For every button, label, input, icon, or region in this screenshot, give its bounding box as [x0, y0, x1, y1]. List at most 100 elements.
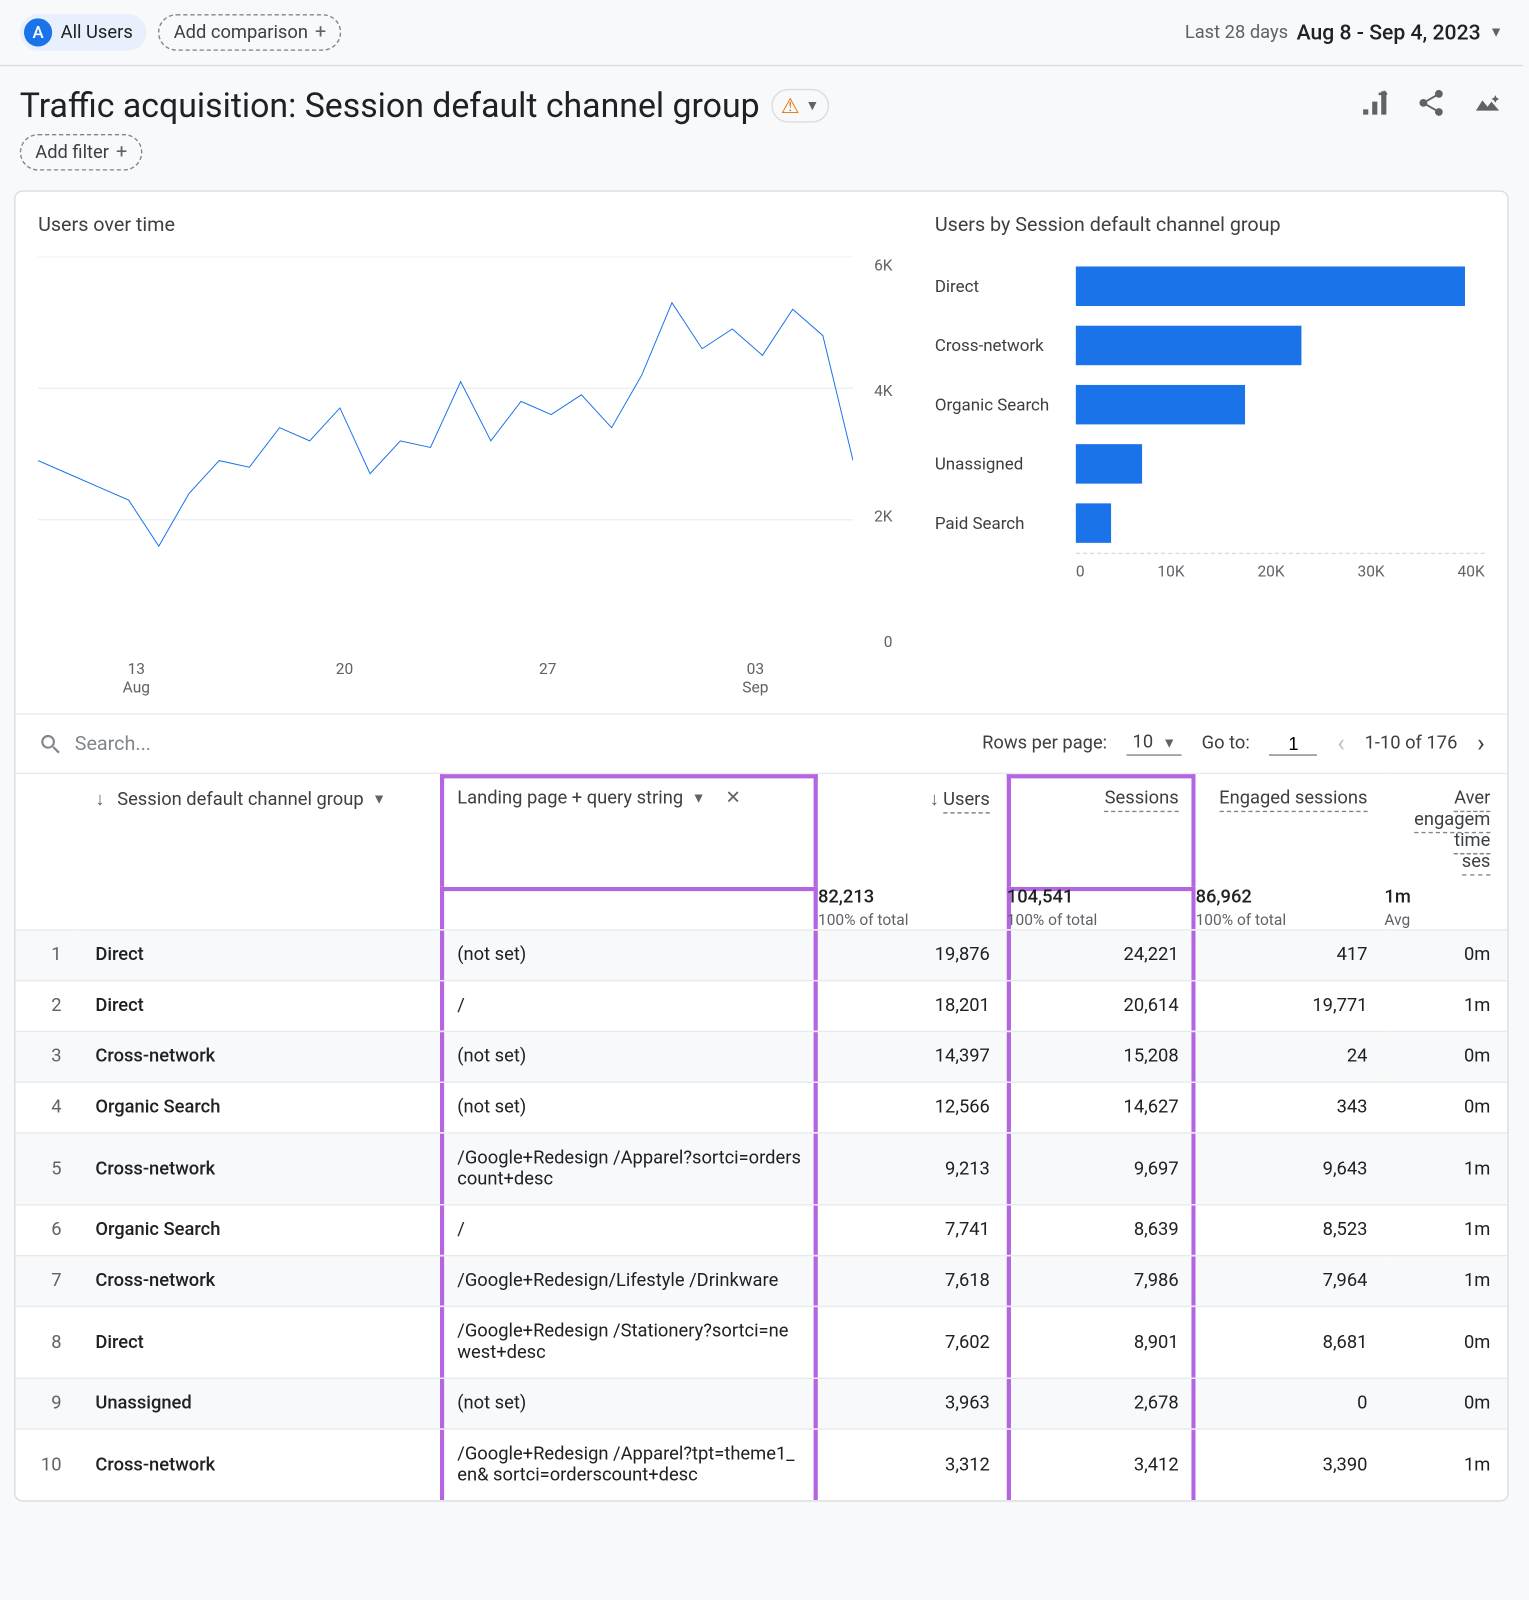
cell-users: 7,618: [818, 1256, 1007, 1307]
segment-chip-all-users[interactable]: A All Users: [20, 14, 147, 51]
metric-sessions-header[interactable]: Sessions: [1007, 773, 1196, 887]
row-index: 2: [16, 981, 79, 1032]
segment-label: All Users: [61, 22, 133, 43]
table-row[interactable]: 3Cross-network(not set)14,39715,208240m: [16, 1031, 1508, 1082]
cell-engaged: 0: [1196, 1378, 1385, 1429]
cell-engaged: 7,964: [1196, 1256, 1385, 1307]
cell-channel: Cross-network: [78, 1429, 440, 1500]
cell-landing: (not set): [440, 1082, 818, 1133]
cell-sessions: 3,412: [1007, 1429, 1196, 1500]
close-icon[interactable]: ✕: [725, 788, 740, 809]
bar-fill: [1076, 326, 1301, 365]
cell-avg: 1m: [1384, 1256, 1507, 1307]
caret-down-icon: ▼: [1162, 736, 1176, 752]
cell-landing: (not set): [440, 1031, 818, 1082]
caret-down-icon: ▼: [805, 98, 819, 114]
cell-avg: 0m: [1384, 930, 1507, 981]
table-row[interactable]: 2Direct/18,20120,61419,7711m: [16, 981, 1508, 1032]
rows-per-page-select[interactable]: 10 ▼: [1127, 732, 1182, 756]
cell-users: 3,963: [818, 1378, 1007, 1429]
sort-down-icon: ↓: [930, 790, 939, 811]
thresholding-chip[interactable]: ⚠ ▼: [771, 89, 829, 123]
insights-icon[interactable]: [1472, 87, 1503, 124]
total-avg: 1mAvg: [1384, 887, 1507, 930]
metric-engaged-header[interactable]: Engaged sessions: [1196, 773, 1385, 887]
cell-sessions: 8,639: [1007, 1205, 1196, 1256]
cell-sessions: 2,678: [1007, 1378, 1196, 1429]
segment-badge: A: [24, 18, 52, 46]
cell-landing: /Google+Redesign/Lifestyle /Drinkware: [440, 1256, 818, 1307]
dimension-landing-header[interactable]: Landing page + query string ▼ ✕: [457, 788, 801, 809]
bar-label: Unassigned: [935, 454, 1076, 474]
row-index: 5: [16, 1133, 79, 1205]
table-row[interactable]: 1Direct(not set)19,87624,2214170m: [16, 930, 1508, 981]
share-icon[interactable]: [1416, 87, 1447, 124]
total-users: 82,213100% of total: [818, 887, 1007, 930]
cell-engaged: 24: [1196, 1031, 1385, 1082]
bar-chart[interactable]: Direct Cross-network Organic Search Unassig…: [935, 257, 1485, 624]
dimension-channel-header[interactable]: ↓ Session default channel group ▼: [95, 788, 423, 811]
cell-engaged: 3,390: [1196, 1429, 1385, 1500]
cell-avg: 1m: [1384, 981, 1507, 1032]
table-row[interactable]: 7Cross-network/Google+Redesign/Lifestyle…: [16, 1256, 1508, 1307]
cell-avg: 0m: [1384, 1082, 1507, 1133]
cell-users: 19,876: [818, 930, 1007, 981]
row-index: 7: [16, 1256, 79, 1307]
cell-avg: 1m: [1384, 1133, 1507, 1205]
plus-icon: +: [116, 141, 127, 164]
cell-users: 12,566: [818, 1082, 1007, 1133]
cell-users: 9,213: [818, 1133, 1007, 1205]
table-row[interactable]: 8Direct/Google+Redesign /Stationery?sort…: [16, 1306, 1508, 1378]
cell-engaged: 8,681: [1196, 1306, 1385, 1378]
cell-sessions: 14,627: [1007, 1082, 1196, 1133]
cell-sessions: 7,986: [1007, 1256, 1196, 1307]
table-row[interactable]: 6Organic Search/7,7418,6398,5231m: [16, 1205, 1508, 1256]
cell-avg: 1m: [1384, 1205, 1507, 1256]
total-engaged: 86,962100% of total: [1196, 887, 1385, 930]
row-index: 9: [16, 1378, 79, 1429]
data-table: ↓ Session default channel group ▼ Landin…: [16, 773, 1508, 1501]
sort-down-icon: ↓: [95, 788, 104, 811]
table-row[interactable]: 5Cross-network/Google+Redesign /Apparel?…: [16, 1133, 1508, 1205]
customize-report-icon[interactable]: [1359, 87, 1390, 124]
cell-engaged: 8,523: [1196, 1205, 1385, 1256]
line-chart-x-axis: 13Aug202703Sep: [38, 660, 853, 697]
row-index: 3: [16, 1031, 79, 1082]
cell-users: 7,602: [818, 1306, 1007, 1378]
date-range-picker[interactable]: Last 28 days Aug 8 - Sep 4, 2023 ▼: [1185, 20, 1503, 45]
goto-input[interactable]: [1270, 732, 1318, 755]
line-chart-svg: [38, 257, 853, 652]
line-chart[interactable]: 6K4K2K0 13Aug202703Sep: [38, 257, 892, 694]
cell-landing: (not set): [440, 1378, 818, 1429]
date-range-text: Aug 8 - Sep 4, 2023: [1297, 20, 1481, 45]
next-page-button[interactable]: ›: [1477, 729, 1485, 759]
add-filter-button[interactable]: Add filter +: [20, 134, 143, 171]
table-row[interactable]: 9Unassigned(not set)3,9632,67800m: [16, 1378, 1508, 1429]
cell-channel: Organic Search: [78, 1205, 440, 1256]
cell-landing: /: [440, 981, 818, 1032]
cell-sessions: 24,221: [1007, 930, 1196, 981]
cell-engaged: 9,643: [1196, 1133, 1385, 1205]
cell-landing: (not set): [440, 930, 818, 981]
metric-avg-header[interactable]: Averengagemtimeses: [1384, 773, 1507, 887]
cell-sessions: 20,614: [1007, 981, 1196, 1032]
cell-channel: Organic Search: [78, 1082, 440, 1133]
add-comparison-button[interactable]: Add comparison +: [158, 14, 342, 51]
bar-label: Direct: [935, 276, 1076, 296]
row-index: 6: [16, 1205, 79, 1256]
table-row[interactable]: 4Organic Search(not set)12,56614,6273430…: [16, 1082, 1508, 1133]
cell-landing: /Google+Redesign /Apparel?sortci=ordersc…: [440, 1133, 818, 1205]
date-preset-label: Last 28 days: [1185, 22, 1288, 43]
cell-avg: 0m: [1384, 1306, 1507, 1378]
caret-down-icon: ▼: [372, 792, 386, 808]
bar-label: Cross-network: [935, 336, 1076, 356]
table-row[interactable]: 10Cross-network/Google+Redesign /Apparel…: [16, 1429, 1508, 1500]
row-index: 1: [16, 930, 79, 981]
metric-users-header[interactable]: ↓Users: [818, 773, 1007, 887]
table-search[interactable]: Search...: [38, 731, 151, 756]
cell-engaged: 19,771: [1196, 981, 1385, 1032]
line-chart-y-axis: 6K4K2K0: [859, 257, 893, 652]
prev-page-button[interactable]: ‹: [1337, 729, 1345, 759]
cell-landing: /Google+Redesign /Apparel?tpt=theme1_en&…: [440, 1429, 818, 1500]
bar-label: Organic Search: [935, 395, 1076, 415]
